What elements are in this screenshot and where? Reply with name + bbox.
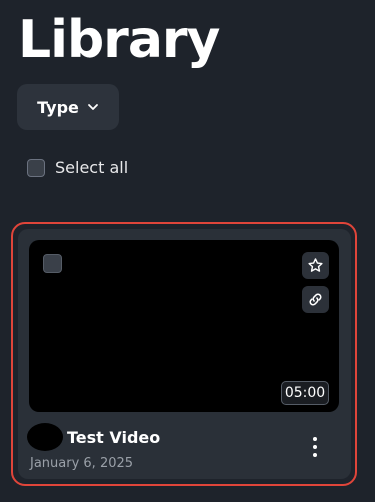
link-icon [309, 293, 322, 306]
more-options-button[interactable] [304, 432, 326, 462]
type-filter-label: Type [37, 97, 79, 117]
star-icon [308, 258, 323, 272]
favorite-button[interactable] [302, 252, 329, 279]
copy-link-button[interactable] [302, 286, 329, 313]
video-select-checkbox[interactable] [43, 254, 62, 273]
page-title: Library [18, 10, 220, 70]
video-title[interactable]: Test Video [67, 428, 160, 447]
avatar [27, 423, 63, 451]
select-all-checkbox[interactable] [27, 158, 45, 177]
video-date: January 6, 2025 [30, 456, 134, 471]
library-page: Library Type Select all 05:00 Test Video… [0, 0, 375, 502]
select-all-toggle[interactable]: Select all [27, 158, 128, 177]
select-all-label: Select all [55, 158, 129, 177]
more-vertical-icon-dot [313, 437, 317, 441]
more-vertical-icon-dot [313, 445, 317, 449]
type-filter-dropdown[interactable]: Type [17, 84, 119, 130]
duration-badge: 05:00 [281, 381, 329, 405]
more-vertical-icon-dot [313, 453, 317, 457]
chevron-down-icon [87, 104, 98, 110]
